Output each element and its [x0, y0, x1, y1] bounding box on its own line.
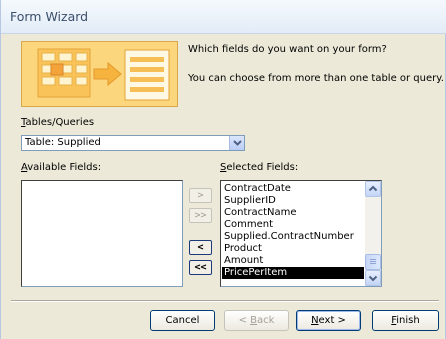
- list-item-selected[interactable]: PricePerItem: [221, 266, 365, 280]
- available-fields-list[interactable]: [21, 180, 183, 287]
- tables-queries-dropdown[interactable]: Table: Supplied: [21, 135, 245, 151]
- remove-all-fields-button[interactable]: <<: [189, 260, 212, 275]
- list-item[interactable]: Product: [224, 243, 262, 255]
- available-fields-label: Available Fields:: [21, 162, 101, 173]
- grip-icon: [370, 259, 376, 264]
- title-bar[interactable]: Form Wizard: [1, 0, 446, 34]
- wizard-question: Which fields do you want on your form?: [188, 44, 387, 55]
- remove-field-button[interactable]: <: [189, 240, 212, 255]
- chevron-down-icon: [368, 275, 378, 282]
- next-button[interactable]: Next >: [296, 310, 361, 331]
- selected-fields-label-rest: elected Fields:: [226, 162, 299, 173]
- scroll-thumb[interactable]: [365, 254, 381, 270]
- next-label-rest: ext >: [318, 315, 346, 326]
- list-item[interactable]: Supplied.ContractNumber: [224, 231, 354, 243]
- chevron-up-icon: [368, 185, 378, 192]
- back-button[interactable]: < Back: [224, 310, 289, 331]
- finish-label-rest: inish: [396, 315, 420, 326]
- tables-queries-label-rest: ables/Queries: [25, 117, 95, 128]
- wizard-illustration: [21, 41, 178, 107]
- list-item[interactable]: SupplierID: [224, 195, 276, 207]
- selected-fields-list[interactable]: ContractDate SupplierID ContractName Com…: [220, 180, 382, 287]
- scroll-up-button[interactable]: [365, 181, 381, 197]
- tables-queries-label: Tables/Queries: [21, 117, 94, 128]
- available-fields-label-rest: vailable Fields:: [27, 162, 102, 173]
- table-to-form-icon: [37, 48, 170, 101]
- scroll-down-button[interactable]: [365, 270, 381, 286]
- back-prefix: <: [238, 315, 251, 326]
- list-item[interactable]: ContractName: [224, 207, 297, 219]
- cancel-button[interactable]: Cancel: [150, 310, 215, 331]
- selected-fields-label: Selected Fields:: [220, 162, 298, 173]
- form-wizard-window: Form Wizard Which fields do you want on …: [0, 0, 446, 339]
- list-item[interactable]: Amount: [224, 255, 263, 267]
- wizard-hint: You can choose from more than one table …: [188, 73, 444, 84]
- footer-divider: [11, 300, 439, 302]
- finish-button[interactable]: Finish: [372, 310, 439, 331]
- chevron-down-icon: [233, 140, 242, 146]
- add-all-fields-button[interactable]: >>: [189, 208, 212, 223]
- dropdown-arrow-button[interactable]: [229, 136, 244, 150]
- next-mnemonic: N: [311, 315, 319, 326]
- list-item[interactable]: ContractDate: [224, 183, 291, 195]
- list-item[interactable]: Comment: [224, 219, 273, 231]
- tables-queries-value: Table: Supplied: [25, 137, 101, 148]
- add-field-button[interactable]: >: [189, 188, 212, 203]
- back-mnemonic: B: [250, 315, 257, 326]
- back-label-rest: ack: [257, 315, 275, 326]
- window-title: Form Wizard: [10, 9, 89, 24]
- selected-fields-scrollbar[interactable]: [365, 181, 381, 286]
